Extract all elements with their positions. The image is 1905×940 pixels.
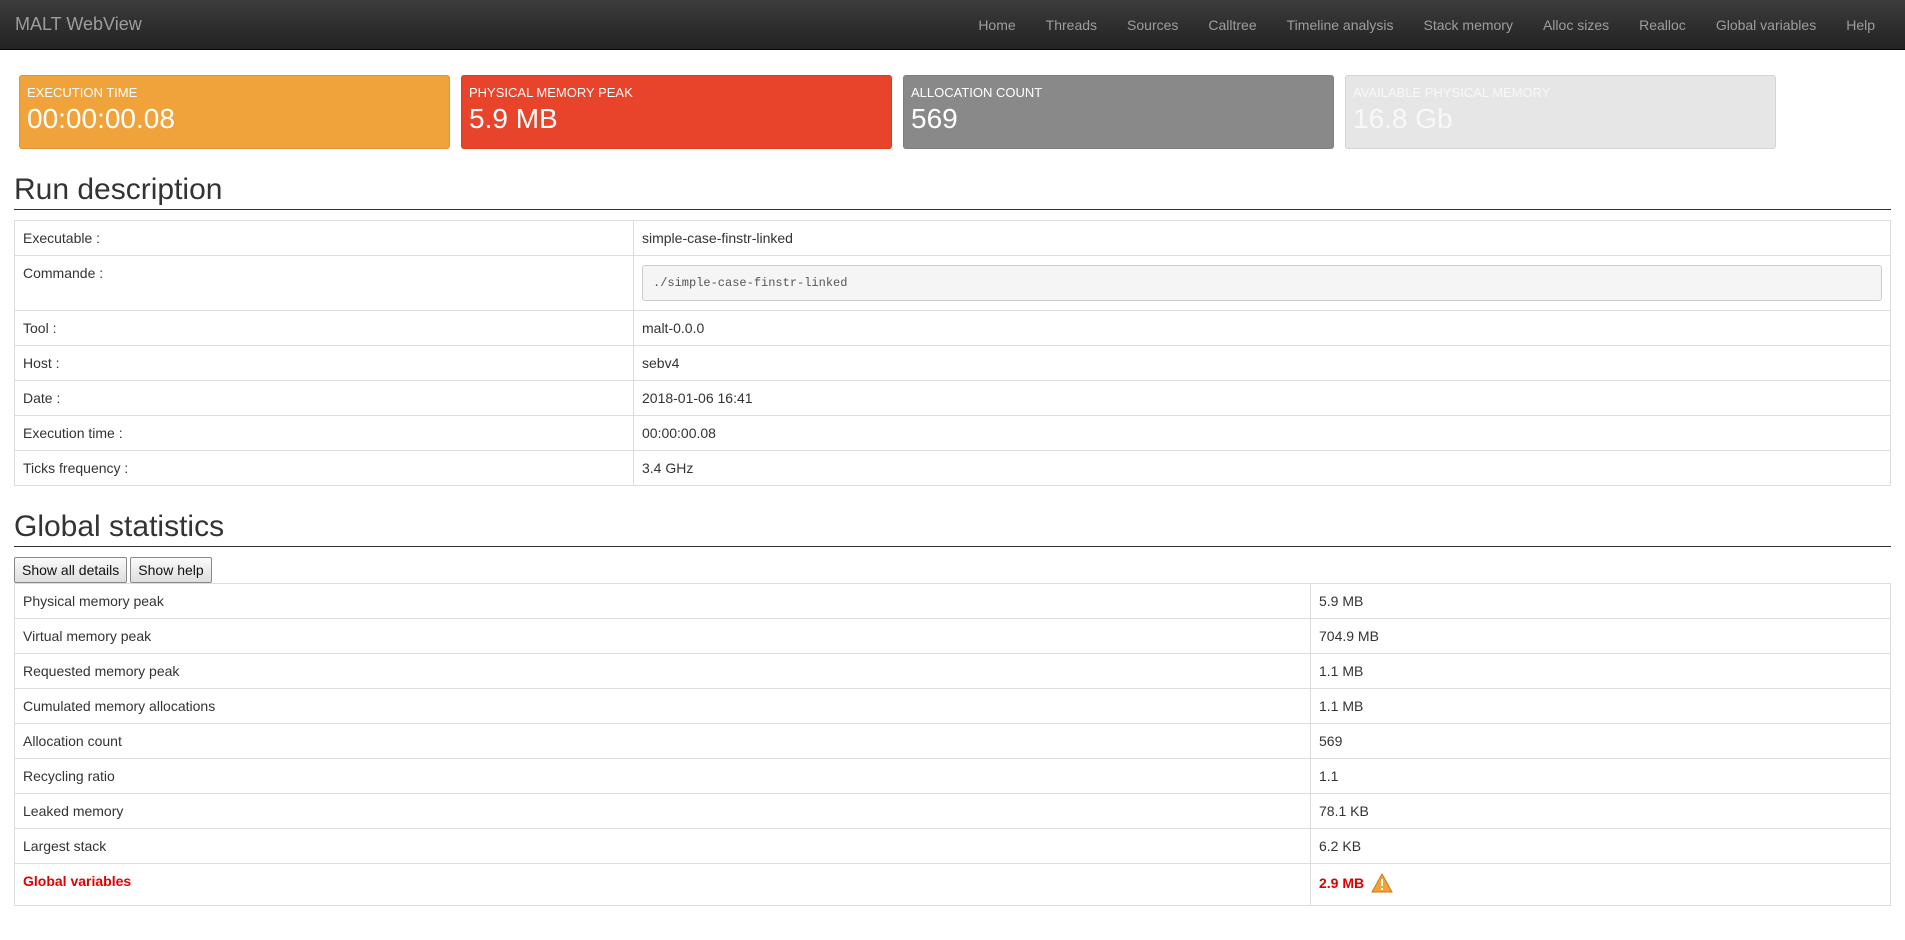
row-value: sebv4 bbox=[633, 345, 1891, 381]
warning-icon bbox=[1371, 872, 1393, 896]
row-label: Global variables bbox=[14, 863, 1311, 906]
nav-threads[interactable]: Threads bbox=[1031, 0, 1112, 50]
row-label: Commande : bbox=[14, 255, 634, 311]
table-row: Executable : simple-case-finstr-linked bbox=[14, 220, 1891, 256]
nav-stack-memory[interactable]: Stack memory bbox=[1409, 0, 1528, 50]
nav-global-variables[interactable]: Global variables bbox=[1701, 0, 1831, 50]
show-all-details-button[interactable]: Show all details bbox=[14, 557, 128, 583]
row-label: Physical memory peak bbox=[14, 583, 1311, 619]
row-value: 704.9 MB bbox=[1310, 618, 1891, 654]
main-nav: Home Threads Sources Calltree Timeline a… bbox=[963, 0, 1890, 50]
nav-realloc[interactable]: Realloc bbox=[1624, 0, 1701, 50]
row-label: Allocation count bbox=[14, 723, 1311, 759]
row-value: simple-case-finstr-linked bbox=[633, 220, 1891, 256]
row-value: 569 bbox=[1310, 723, 1891, 759]
table-row-alert: Global variables 2.9 MB bbox=[14, 863, 1891, 906]
stat-allocation-count: ALLOCATION COUNT 569 bbox=[903, 75, 1334, 149]
row-value: 2.9 MB bbox=[1310, 863, 1891, 906]
navbar: MALT WebView Home Threads Sources Calltr… bbox=[0, 0, 1905, 50]
row-value: 3.4 GHz bbox=[633, 450, 1891, 486]
row-label: Cumulated memory allocations bbox=[14, 688, 1311, 724]
row-value: 5.9 MB bbox=[1310, 583, 1891, 619]
row-value: ./simple-case-finstr-linked bbox=[633, 255, 1891, 311]
row-label: Virtual memory peak bbox=[14, 618, 1311, 654]
nav-home[interactable]: Home bbox=[963, 0, 1030, 50]
row-value: 00:00:00.08 bbox=[633, 415, 1891, 451]
table-row: Cumulated memory allocations 1.1 MB bbox=[14, 688, 1891, 724]
stat-label: PHYSICAL MEMORY PEAK bbox=[469, 85, 633, 100]
stat-value: 5.9 MB bbox=[469, 103, 558, 134]
stat-physical-memory-peak: PHYSICAL MEMORY PEAK 5.9 MB bbox=[461, 75, 892, 149]
table-row: Requested memory peak 1.1 MB bbox=[14, 653, 1891, 689]
row-label: Recycling ratio bbox=[14, 758, 1311, 794]
row-label: Leaked memory bbox=[14, 793, 1311, 829]
stat-label: ALLOCATION COUNT bbox=[911, 85, 1043, 100]
row-label: Ticks frequency : bbox=[14, 450, 634, 486]
summary-boxes: EXECUTION TIME 00:00:00.08 PHYSICAL MEMO… bbox=[0, 75, 1905, 149]
stat-execution-time: EXECUTION TIME 00:00:00.08 bbox=[19, 75, 450, 149]
row-label: Date : bbox=[14, 380, 634, 416]
table-row: Recycling ratio 1.1 bbox=[14, 758, 1891, 794]
row-value: 1.1 MB bbox=[1310, 653, 1891, 689]
brand-logo[interactable]: MALT WebView bbox=[15, 14, 142, 35]
stat-label: EXECUTION TIME bbox=[27, 85, 138, 100]
row-label: Execution time : bbox=[14, 415, 634, 451]
command-line: ./simple-case-finstr-linked bbox=[642, 265, 1882, 301]
run-description-table: Executable : simple-case-finstr-linked C… bbox=[14, 220, 1891, 486]
nav-alloc-sizes[interactable]: Alloc sizes bbox=[1528, 0, 1624, 50]
table-row: Tool : malt-0.0.0 bbox=[14, 310, 1891, 346]
section-title: Global statistics bbox=[14, 510, 1891, 547]
row-label: Host : bbox=[14, 345, 634, 381]
row-value: malt-0.0.0 bbox=[633, 310, 1891, 346]
nav-calltree[interactable]: Calltree bbox=[1193, 0, 1271, 50]
stat-value: 16.8 Gb bbox=[1353, 103, 1453, 134]
table-row: Commande : ./simple-case-finstr-linked bbox=[14, 255, 1891, 311]
row-label: Executable : bbox=[14, 220, 634, 256]
row-value: 6.2 KB bbox=[1310, 828, 1891, 864]
stat-value: 00:00:00.08 bbox=[27, 103, 175, 134]
row-value: 1.1 MB bbox=[1310, 688, 1891, 724]
table-row: Leaked memory 78.1 KB bbox=[14, 793, 1891, 829]
row-value-text: 2.9 MB bbox=[1319, 875, 1365, 892]
table-row: Host : sebv4 bbox=[14, 345, 1891, 381]
row-value: 78.1 KB bbox=[1310, 793, 1891, 829]
stat-value: 569 bbox=[911, 103, 958, 134]
row-label: Tool : bbox=[14, 310, 634, 346]
row-label: Largest stack bbox=[14, 828, 1311, 864]
nav-sources[interactable]: Sources bbox=[1112, 0, 1193, 50]
nav-help[interactable]: Help bbox=[1831, 0, 1890, 50]
row-label: Requested memory peak bbox=[14, 653, 1311, 689]
table-row: Largest stack 6.2 KB bbox=[14, 828, 1891, 864]
section-title: Run description bbox=[14, 173, 1891, 210]
table-row: Allocation count 569 bbox=[14, 723, 1891, 759]
table-row: Execution time : 00:00:00.08 bbox=[14, 415, 1891, 451]
global-stats-toolbar: Show all details Show help bbox=[14, 557, 1891, 583]
table-row: Physical memory peak 5.9 MB bbox=[14, 583, 1891, 619]
nav-timeline-analysis[interactable]: Timeline analysis bbox=[1272, 0, 1409, 50]
stat-available-physical-memory: AVAILABLE PHYSICAL MEMORY 16.8 Gb bbox=[1345, 75, 1776, 149]
stat-label: AVAILABLE PHYSICAL MEMORY bbox=[1353, 85, 1551, 100]
show-help-button[interactable]: Show help bbox=[130, 557, 212, 583]
table-row: Date : 2018-01-06 16:41 bbox=[14, 380, 1891, 416]
row-value: 2018-01-06 16:41 bbox=[633, 380, 1891, 416]
run-description-section: Run description Executable : simple-case… bbox=[0, 173, 1905, 906]
table-row: Ticks frequency : 3.4 GHz bbox=[14, 450, 1891, 486]
table-row: Virtual memory peak 704.9 MB bbox=[14, 618, 1891, 654]
row-value: 1.1 bbox=[1310, 758, 1891, 794]
global-statistics-table: Physical memory peak 5.9 MB Virtual memo… bbox=[14, 583, 1891, 906]
